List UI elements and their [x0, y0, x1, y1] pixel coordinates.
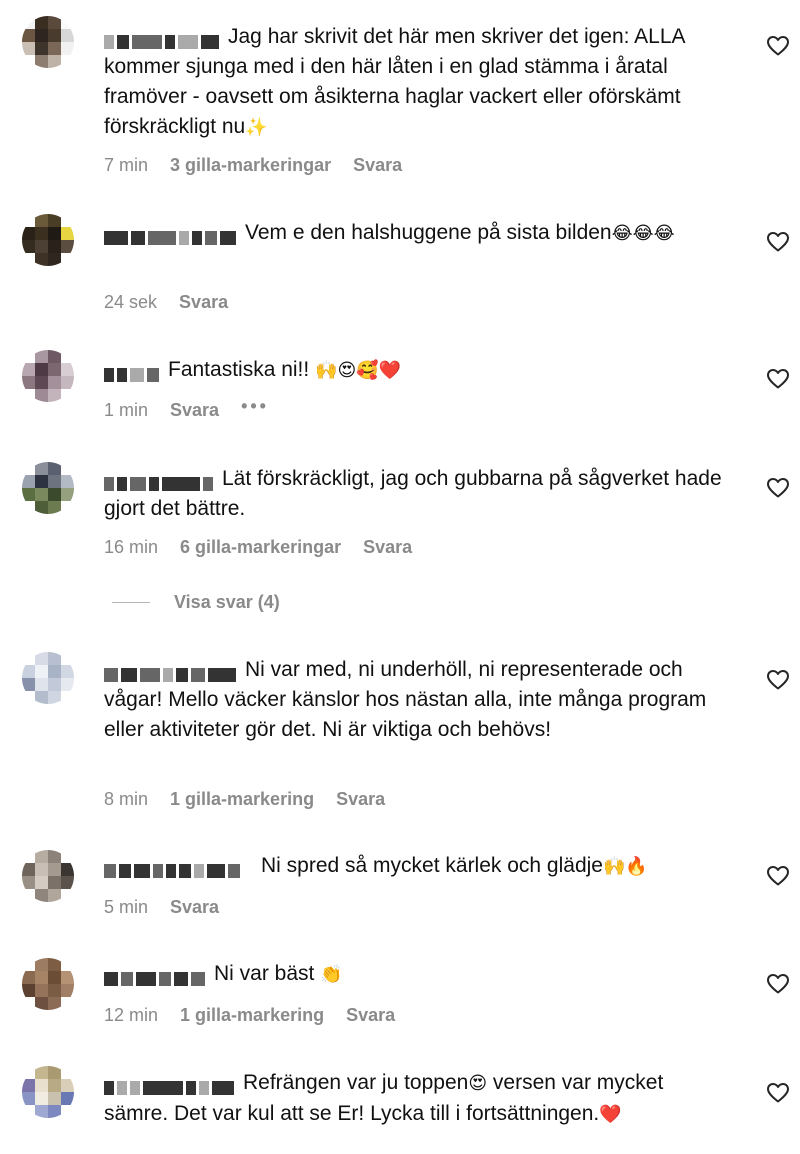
comment-text: Ni var bäst 👏	[104, 959, 729, 990]
likes-count[interactable]: 1 gilla-markering	[180, 1005, 324, 1026]
reply-button[interactable]: Svara	[353, 155, 402, 176]
comment-text: Jag har skrivit det här men skriver det …	[104, 25, 685, 138]
avatar[interactable]	[22, 214, 74, 266]
likes-count[interactable]: 6 gilla-markeringar	[180, 537, 341, 558]
heart-icon[interactable]	[766, 668, 790, 692]
comment-meta: 16 min 6 gilla-markeringar Svara	[104, 537, 412, 558]
heart-icon[interactable]	[766, 1081, 790, 1105]
avatar[interactable]	[22, 16, 74, 68]
heart-icon[interactable]	[766, 476, 790, 500]
reply-button[interactable]: Svara	[179, 292, 228, 313]
username-redacted[interactable]	[104, 26, 222, 49]
username-redacted[interactable]	[104, 963, 208, 986]
comment-text: Vem e den halshuggene på sista bilden😂😂😂	[104, 218, 729, 249]
reply-button[interactable]: Svara	[336, 789, 385, 810]
avatar[interactable]	[22, 462, 74, 514]
comment-text: Fantastiska ni!! 🙌😍🥰❤️	[104, 355, 729, 386]
comment-meta: 12 min 1 gilla-markering Svara	[104, 1005, 395, 1026]
divider-line	[112, 602, 150, 603]
timestamp: 24 sek	[104, 292, 158, 312]
timestamp: 1 min	[104, 400, 149, 420]
avatar[interactable]	[22, 350, 74, 402]
avatar[interactable]	[22, 1066, 74, 1118]
view-replies-label: Visa svar (4)	[174, 592, 280, 612]
username-redacted[interactable]	[104, 359, 162, 382]
timestamp: 5 min	[104, 897, 149, 917]
heart-icon[interactable]	[766, 230, 790, 254]
reply-button[interactable]: Svara	[170, 400, 219, 421]
username-redacted[interactable]	[104, 468, 216, 491]
comment-text: Refrängen var ju toppen😍 versen var myck…	[104, 1071, 664, 1125]
likes-count[interactable]: 3 gilla-markeringar	[170, 155, 331, 176]
heart-icon[interactable]	[766, 367, 790, 391]
timestamp: 7 min	[104, 155, 149, 175]
heart-icon[interactable]	[766, 972, 790, 996]
comment-text: Ni var med, ni underhöll, ni representer…	[104, 658, 707, 741]
avatar[interactable]	[22, 652, 74, 704]
likes-count[interactable]: 1 gilla-markering	[170, 789, 314, 810]
comment-text: Ni spred så mycket kärlek och glädje🙌🔥	[104, 851, 729, 882]
view-replies-button[interactable]: Visa svar (4)	[112, 592, 280, 613]
comment-meta: 7 min 3 gilla-markeringar Svara	[104, 155, 402, 176]
more-options-icon[interactable]: •••	[241, 396, 269, 417]
timestamp: 16 min	[104, 537, 159, 557]
username-redacted[interactable]	[104, 222, 239, 245]
comment-meta: 5 min Svara	[104, 897, 219, 918]
reply-button[interactable]: Svara	[346, 1005, 395, 1026]
timestamp: 8 min	[104, 789, 149, 809]
username-redacted[interactable]	[104, 1072, 237, 1095]
timestamp: 12 min	[104, 1005, 159, 1025]
heart-icon[interactable]	[766, 864, 790, 888]
heart-icon[interactable]	[766, 34, 790, 58]
username-redacted[interactable]	[104, 659, 239, 682]
username-redacted[interactable]	[104, 855, 243, 878]
comment-meta: 1 min Svara •••	[104, 396, 269, 421]
comment-meta: 24 sek Svara	[104, 292, 228, 313]
avatar[interactable]	[22, 958, 74, 1010]
reply-button[interactable]: Svara	[170, 897, 219, 918]
comment-text: Lät förskräckligt, jag och gubbarna på s…	[104, 467, 722, 520]
comment-meta: 8 min 1 gilla-markering Svara	[104, 789, 385, 810]
avatar[interactable]	[22, 850, 74, 902]
reply-button[interactable]: Svara	[363, 537, 412, 558]
